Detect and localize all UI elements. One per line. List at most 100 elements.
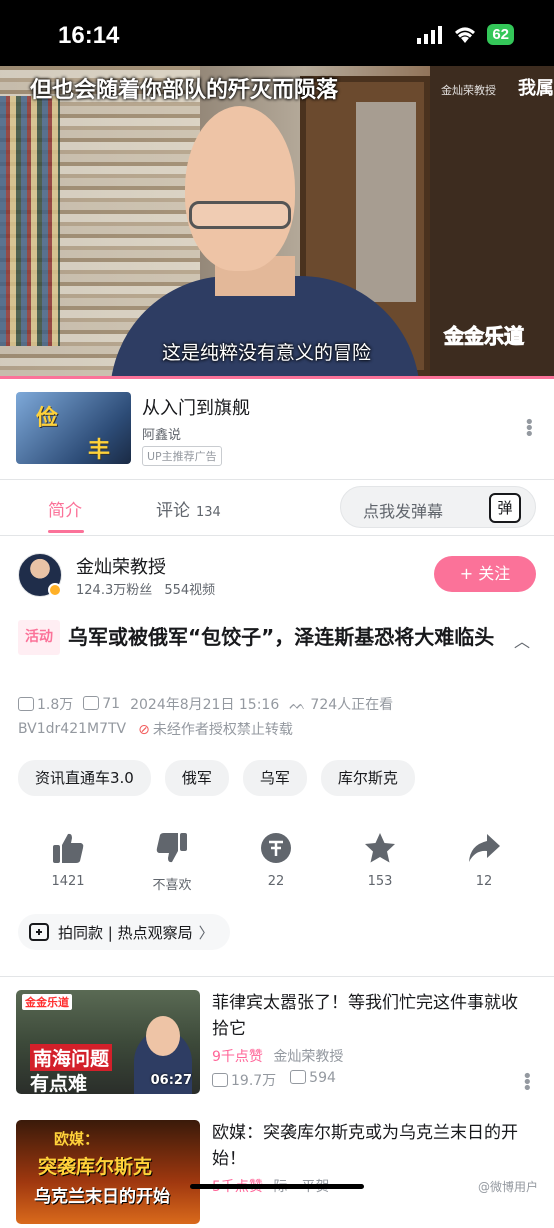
tag-chip[interactable]: 乌军 bbox=[242, 760, 307, 796]
uploader-row: 金灿荣教授 124.3万粉丝 554视频 + 关注 bbox=[0, 545, 554, 605]
prohibited-icon: ⊘ bbox=[138, 722, 150, 738]
video-title-text: 乌军或被俄军“包饺子”，泽连斯基恐将大难临头 bbox=[68, 625, 495, 649]
tag-chip[interactable]: 资讯直通车3.0 bbox=[18, 760, 151, 796]
thumb-text-2: 有点难 bbox=[30, 1073, 88, 1094]
recommended-video[interactable]: 金金乐道 南海问题 有点难 06:27 菲律宾太嚣张了！等我们忙完这件事就收拾它… bbox=[0, 978, 554, 1098]
recommended-plays: 19.7万 bbox=[212, 1070, 276, 1090]
chevron-right-icon: 〉 bbox=[198, 923, 214, 942]
favorite-button[interactable]: 153 bbox=[340, 830, 420, 889]
bvid[interactable]: BV1dr421M7TV bbox=[18, 721, 126, 737]
video-progress-bar[interactable] bbox=[0, 376, 554, 379]
ad-title[interactable]: 从入门到旗舰 bbox=[142, 394, 250, 420]
like-button[interactable]: 1421 bbox=[28, 830, 108, 889]
danmaku-count: 71 bbox=[83, 696, 120, 712]
camera-plus-icon bbox=[29, 923, 49, 941]
same-style-button[interactable]: 拍同款 | 热点观察局 〉 bbox=[18, 914, 230, 950]
like-count: 1421 bbox=[51, 874, 85, 889]
thumbs-up-icon bbox=[53, 833, 84, 863]
thumb-channel-logo: 金金乐道 bbox=[22, 994, 72, 1010]
danmaku-toggle-icon[interactable]: 弹 bbox=[489, 493, 521, 523]
recommended-plays-text: 19.7万 bbox=[231, 1073, 277, 1089]
danmaku-count-text: 71 bbox=[102, 696, 121, 712]
comment-icon bbox=[290, 1070, 307, 1084]
tab-intro[interactable]: 简介 bbox=[48, 496, 82, 521]
recommended-thumbnail[interactable]: 欧媒： 突袭库尔斯克 乌克兰末日的开始 bbox=[16, 1120, 200, 1224]
recommended-author-line: 9千点赞 金灿荣教授 bbox=[212, 1046, 343, 1066]
video-title-block: 活动 乌军或被俄军“包饺子”，泽连斯基恐将大难临头 bbox=[18, 620, 538, 655]
dislike-button[interactable]: 不喜欢 bbox=[132, 830, 212, 893]
uploader-fans: 124.3万粉丝 bbox=[76, 583, 153, 598]
danmaku-input[interactable]: 点我发弹幕 弹 bbox=[340, 486, 536, 528]
subtitle-top: 但也会随着你部队的歼灭而陨落 bbox=[30, 78, 339, 103]
reprint-notice: ⊘ 未经作者授权禁止转载 bbox=[138, 719, 293, 739]
likes-badge: 9千点赞 bbox=[212, 1049, 263, 1065]
thumb-text-1: 欧媒： bbox=[54, 1130, 100, 1148]
follow-button[interactable]: + 关注 bbox=[434, 556, 536, 592]
thumbs-down-icon bbox=[156, 833, 187, 863]
status-icons: 62 bbox=[417, 24, 514, 45]
tag-chip[interactable]: 库尔斯克 bbox=[320, 760, 415, 796]
thumb-text-3: 乌克兰末日的开始 bbox=[34, 1187, 170, 1207]
danmaku-icon bbox=[83, 696, 100, 710]
recommended-video[interactable]: 欧媒： 突袭库尔斯克 乌克兰末日的开始 欧媒：突袭库尔斯克或为乌克兰末日的开始！… bbox=[0, 1108, 554, 1228]
ad-thumb-text-2: 丰 bbox=[88, 438, 111, 463]
video-title: 活动 乌军或被俄军“包饺子”，泽连斯基恐将大难临头 bbox=[18, 620, 538, 655]
viewers-icon: ᨓ bbox=[289, 697, 306, 713]
ad-thumbnail[interactable]: 俭 丰 bbox=[16, 392, 131, 464]
recommended-comments: 594 bbox=[290, 1070, 336, 1090]
play-icon bbox=[18, 697, 34, 711]
reprint-notice-text: 未经作者授权禁止转载 bbox=[152, 722, 293, 738]
same-style-label: 拍同款 | 热点观察局 bbox=[58, 923, 193, 942]
share-button[interactable]: 12 bbox=[444, 830, 524, 889]
ad-author[interactable]: 阿鑫说 bbox=[142, 424, 181, 443]
recommended-title[interactable]: 菲律宾太嚣张了！等我们忙完这件事就收拾它 bbox=[212, 990, 532, 1042]
battery-indicator: 62 bbox=[487, 24, 514, 45]
recommended-thumbnail[interactable]: 金金乐道 南海问题 有点难 06:27 bbox=[16, 990, 200, 1094]
speaker-head bbox=[185, 106, 295, 271]
recommended-author[interactable]: 金灿荣教授 bbox=[273, 1049, 343, 1065]
watching-count: ᨓ 724人正在看 bbox=[289, 694, 393, 714]
ad-thumb-text-1: 俭 bbox=[36, 406, 59, 431]
action-bar: 1421 不喜欢 22 153 12 bbox=[0, 830, 554, 900]
home-indicator[interactable] bbox=[190, 1184, 364, 1189]
watermark: @微博用户 bbox=[477, 1180, 538, 1194]
recommended-stats: 19.7万 594 bbox=[212, 1070, 336, 1090]
watching-count-text: 724人正在看 bbox=[310, 697, 394, 713]
video-player[interactable]: 但也会随着你部队的歼灭而陨落 金灿荣教授 我属 这是纯粹没有意义的冒险 金金乐道 bbox=[0, 66, 554, 378]
tag-list: 资讯直通车3.0 俄军 乌军 库尔斯克 bbox=[18, 760, 415, 796]
more-options-icon[interactable]: • • • bbox=[524, 414, 535, 444]
wifi-icon bbox=[455, 27, 476, 43]
status-bar: 16:14 62 bbox=[0, 0, 554, 66]
tab-comments-count: 134 bbox=[196, 505, 221, 520]
video-overlay-right: 我属 bbox=[518, 78, 554, 99]
ad-card[interactable]: 俭 丰 从入门到旗舰 阿鑫说 UP主推荐广告 • • • bbox=[0, 380, 554, 480]
coin-count: 22 bbox=[267, 874, 285, 889]
dislike-label: 不喜欢 bbox=[152, 878, 192, 893]
tab-comments-label: 评论 bbox=[156, 501, 190, 521]
share-count: 12 bbox=[475, 874, 493, 889]
chevron-up-icon[interactable]: ︿ bbox=[514, 628, 530, 652]
uploader-videos: 554视频 bbox=[164, 583, 216, 598]
coin-button[interactable]: 22 bbox=[236, 830, 316, 889]
tab-comments[interactable]: 评论 134 bbox=[156, 496, 221, 521]
uploader-name[interactable]: 金灿荣教授 bbox=[76, 553, 166, 579]
speaker-glasses bbox=[189, 201, 291, 229]
status-time: 16:14 bbox=[58, 22, 120, 49]
channel-logo: 金金乐道 bbox=[444, 324, 525, 349]
coin-icon bbox=[261, 833, 291, 863]
video-duration: 06:27 bbox=[150, 1073, 192, 1088]
favorite-count: 153 bbox=[367, 874, 393, 889]
star-icon bbox=[365, 833, 395, 863]
books-background bbox=[0, 96, 60, 346]
recommended-title[interactable]: 欧媒：突袭库尔斯克或为乌克兰末日的开始！ bbox=[212, 1120, 532, 1172]
section-divider bbox=[0, 976, 554, 977]
uploader-stats: 124.3万粉丝 554视频 bbox=[76, 579, 215, 598]
signal-icon bbox=[417, 25, 443, 44]
recommended-comments-text: 594 bbox=[309, 1070, 336, 1086]
play-count: 1.8万 bbox=[18, 694, 73, 714]
tag-chip[interactable]: 俄军 bbox=[164, 760, 229, 796]
verified-badge-icon bbox=[48, 583, 62, 597]
activity-tag[interactable]: 活动 bbox=[18, 620, 60, 655]
subtitle-bottom: 这是纯粹没有意义的冒险 bbox=[162, 342, 372, 364]
more-options-icon[interactable]: • • • bbox=[522, 1068, 533, 1098]
